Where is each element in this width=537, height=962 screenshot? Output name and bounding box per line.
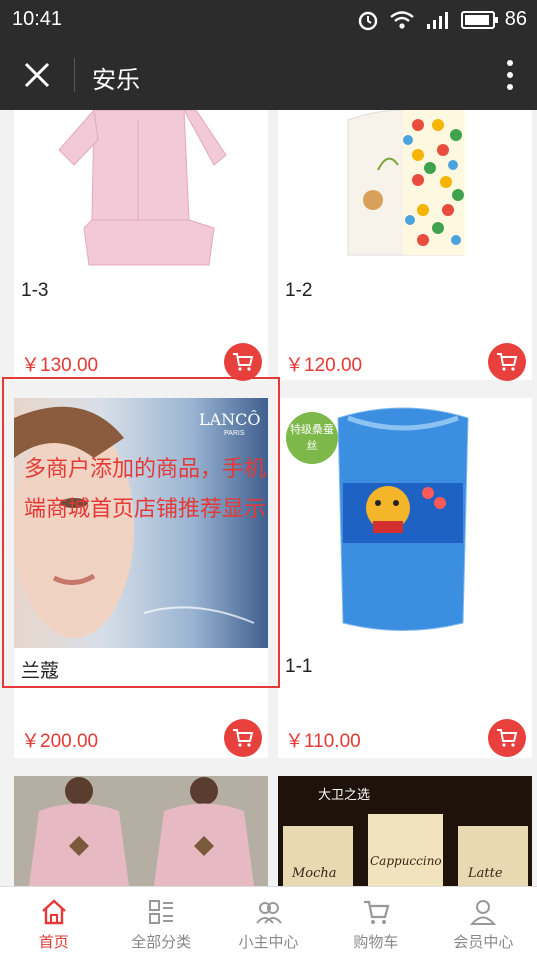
tab-member-center[interactable]: 会员中心 bbox=[430, 887, 537, 962]
coffee-item: Mocha bbox=[292, 866, 337, 881]
add-to-cart-button[interactable] bbox=[224, 343, 262, 381]
more-options-icon[interactable] bbox=[505, 58, 515, 92]
cart-icon bbox=[497, 353, 518, 371]
home-icon bbox=[41, 899, 66, 925]
wifi-icon bbox=[389, 10, 414, 29]
tab-label: 首页 bbox=[38, 934, 69, 951]
product-name[interactable]: 兰蔻 bbox=[21, 656, 59, 683]
product-grid: 1-3 ￥130.00 1-2 ￥120.00 LANCÔ PARIS 兰蔻 ￥… bbox=[0, 110, 537, 886]
product-card[interactable]: 1-3 ￥130.00 bbox=[14, 110, 268, 381]
product-image[interactable] bbox=[14, 110, 268, 270]
brand-logo: LANCÔ bbox=[199, 410, 261, 429]
cart-icon bbox=[233, 729, 254, 747]
alarm-icon bbox=[358, 11, 377, 30]
user-icon bbox=[470, 900, 497, 925]
product-price: ￥200.00 bbox=[21, 731, 99, 752]
product-image[interactable] bbox=[14, 776, 268, 886]
status-bar: 10:41 86 bbox=[0, 0, 537, 40]
tab-label: 小主中心 bbox=[238, 934, 299, 951]
status-time: 10:41 bbox=[12, 8, 63, 30]
battery-icon bbox=[460, 10, 498, 29]
coffee-item: Latte bbox=[468, 866, 503, 881]
coffee-item: Cappuccino bbox=[370, 854, 442, 868]
product-image[interactable]: 特级桑蚕丝 bbox=[278, 398, 532, 648]
product-name[interactable]: 1-3 bbox=[21, 280, 48, 302]
tab-label: 会员中心 bbox=[453, 934, 514, 951]
cart-icon bbox=[497, 729, 518, 747]
tab-cart[interactable]: 购物车 bbox=[322, 887, 429, 962]
product-price: ￥130.00 bbox=[21, 355, 99, 376]
product-card[interactable] bbox=[14, 776, 268, 886]
add-to-cart-button[interactable] bbox=[488, 343, 526, 381]
users-icon bbox=[255, 902, 282, 924]
bottom-tab-bar: 首页 全部分类 小主中心 购物车 会员中心 bbox=[0, 886, 537, 962]
cart-icon bbox=[363, 900, 390, 924]
brand-logo: 大卫之选 bbox=[318, 787, 371, 802]
add-to-cart-button[interactable] bbox=[224, 719, 262, 757]
close-icon[interactable] bbox=[20, 58, 54, 92]
badge: 特级桑蚕丝 bbox=[286, 412, 338, 464]
product-name[interactable]: 1-1 bbox=[285, 656, 312, 678]
tab-categories[interactable]: 全部分类 bbox=[107, 887, 214, 962]
tab-label: 全部分类 bbox=[131, 934, 192, 951]
product-image[interactable]: 大卫之选 Mocha Cappuccino Latte bbox=[278, 776, 532, 886]
product-card[interactable]: 大卫之选 Mocha Cappuccino Latte bbox=[278, 776, 532, 886]
product-price: ￥110.00 bbox=[285, 731, 361, 752]
product-image[interactable] bbox=[278, 110, 532, 270]
cart-icon bbox=[233, 353, 254, 371]
product-card[interactable]: 特级桑蚕丝 1-1 ￥110.00 bbox=[278, 398, 532, 758]
add-to-cart-button[interactable] bbox=[488, 719, 526, 757]
tab-label: 购物车 bbox=[353, 934, 399, 951]
tab-home[interactable]: 首页 bbox=[0, 887, 107, 962]
badge-text: 特级桑蚕丝 bbox=[290, 424, 334, 452]
product-price: ￥120.00 bbox=[285, 355, 363, 376]
product-name[interactable]: 1-2 bbox=[285, 280, 312, 302]
product-card[interactable]: 1-2 ￥120.00 bbox=[278, 110, 532, 381]
nav-bar: 安乐 bbox=[0, 40, 537, 110]
page-title: 安乐 bbox=[92, 67, 140, 94]
battery-level: 86 bbox=[504, 8, 527, 30]
annotation-text: 多商户添加的商品，手机端商城首页店铺推荐显示 bbox=[24, 457, 267, 522]
brand-sub: PARIS bbox=[224, 430, 245, 437]
nav-divider bbox=[74, 58, 75, 92]
tab-vendor-center[interactable]: 小主中心 bbox=[215, 887, 322, 962]
signal-icon bbox=[426, 11, 448, 29]
category-icon bbox=[149, 900, 174, 924]
